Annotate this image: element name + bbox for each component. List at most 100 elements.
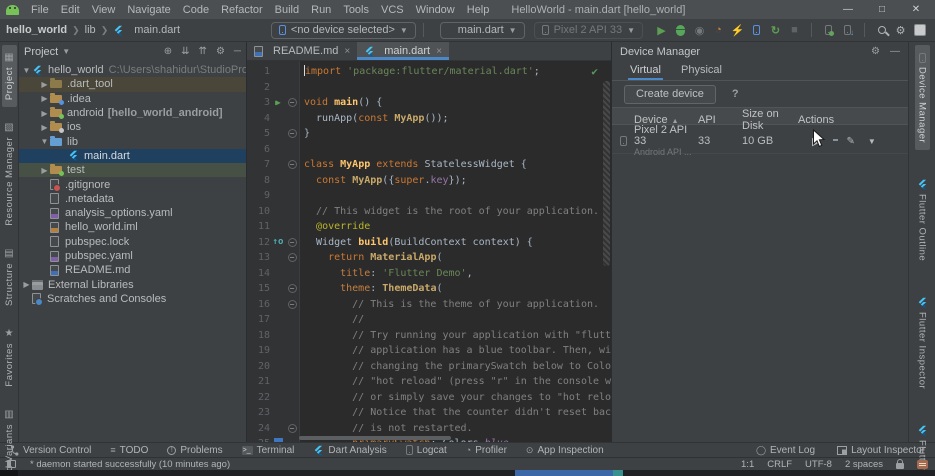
tool-strip-button-favorites[interactable]: ★ Favorites [2, 321, 17, 394]
tree-item-android[interactable]: ▶ android [hello_world_android] [19, 106, 246, 120]
tool-strip-button-device-manager[interactable]: Device Manager [914, 45, 930, 151]
tool-window-button-terminal[interactable]: >_ Terminal [241, 445, 294, 456]
run-gutter-icon[interactable]: ▶▶ [275, 98, 281, 107]
project-panel-title[interactable]: Project [24, 46, 58, 58]
stop-button[interactable]: ■ [785, 22, 804, 39]
tree-item-hello-world-iml[interactable]: hello_world.iml [19, 220, 246, 234]
chevron-right-icon[interactable]: ▶ [39, 166, 50, 175]
code-line[interactable]: import 'package:flutter/material.dart'; [304, 64, 611, 80]
profiler-button[interactable]: ◔ [709, 22, 728, 39]
tree-item-analysis-options-yaml[interactable]: analysis_options.yaml [19, 206, 246, 220]
tree-item-pubspec-yaml[interactable]: pubspec.yaml [19, 249, 246, 263]
tool-strip-button-resource-manager[interactable]: ▧ Resource Manager [2, 115, 17, 233]
code-line[interactable]: // Notice that the counter didn't reset … [304, 405, 611, 421]
target-device-dropdown[interactable]: Pixel 2 API 33 ▼ [533, 21, 643, 39]
tool-window-button-dart-analysis[interactable]: Dart Analysis [313, 445, 387, 456]
code-editor[interactable]: 1 2 3 ▶▶ −4 5−6 7−8 9 10 11 12 ↑o −13−14 15−16−17 18 19… [247, 61, 611, 442]
code-line[interactable]: // is not restarted. [304, 421, 611, 437]
code-line[interactable]: // "hot reload" (press "r" in the consol… [304, 374, 611, 390]
code-line[interactable]: // changing the primarySwatch below to C… [304, 359, 611, 375]
tool-window-button-todo[interactable]: ≡ TODO [110, 445, 148, 456]
tree-item-scratches-and-consoles[interactable]: Scratches and Consoles [19, 292, 246, 307]
menu-navigate[interactable]: Navigate [121, 4, 176, 16]
fold-icon[interactable]: − [287, 160, 297, 170]
tab-physical[interactable]: Physical [671, 61, 732, 80]
breadcrumb-item-lib[interactable]: lib [85, 24, 96, 36]
layout-toggle-button[interactable] [910, 22, 929, 39]
tree-item-main-dart[interactable]: main.dart [19, 148, 246, 164]
file-encoding[interactable]: UTF-8 [805, 459, 832, 470]
debug-button[interactable] [671, 22, 690, 39]
tool-window-button-version-control[interactable]: Version Control [10, 445, 91, 456]
tree-item-external-libraries[interactable]: ▶ External Libraries [19, 277, 246, 291]
create-device-button[interactable]: Create device [624, 84, 716, 104]
close-tab-icon[interactable]: × [436, 46, 442, 57]
hot-reload-button[interactable]: ⚡ [728, 22, 747, 39]
help-button[interactable]: ? [732, 88, 739, 100]
menu-edit[interactable]: Edit [55, 4, 86, 16]
tree-item--idea[interactable]: ▶ .idea [19, 92, 246, 106]
editor-tab-readme-md[interactable]: README.md × [247, 42, 357, 60]
code-line[interactable]: // application has a blue toolbar. Then,… [304, 343, 611, 359]
tree-item-test[interactable]: ▶ test [19, 163, 246, 178]
fold-icon[interactable]: − [287, 299, 297, 309]
attach-debugger-button[interactable] [747, 22, 766, 39]
menu-build[interactable]: Build [269, 4, 305, 16]
fold-icon[interactable]: − [287, 253, 297, 263]
code-text[interactable]: import 'package:flutter/material.dart'; v… [300, 61, 611, 442]
chevron-down-icon[interactable]: ▼ [21, 66, 32, 75]
minimize-button[interactable]: — [831, 4, 865, 15]
code-line[interactable]: // [304, 312, 611, 328]
tool-window-button-event-log[interactable]: ◯ Event Log [756, 445, 815, 456]
tool-strip-button-structure[interactable]: ▤ Structure [2, 241, 17, 313]
tree-item--metadata[interactable]: .metadata [19, 192, 246, 206]
gear-icon[interactable]: ⚙ [871, 46, 880, 57]
chevron-right-icon[interactable]: ▶ [39, 94, 50, 103]
chevron-right-icon[interactable]: ▶ [39, 123, 50, 132]
line-separator[interactable]: CRLF [767, 459, 792, 470]
locate-icon[interactable]: ⊕ [164, 46, 172, 57]
profile-button[interactable]: ◉ [690, 22, 709, 39]
fold-icon[interactable]: − [287, 237, 297, 247]
tool-window-toggle-icon[interactable] [7, 460, 16, 468]
tree-item-pubspec-lock[interactable]: pubspec.lock [19, 235, 246, 249]
chevron-down-icon[interactable]: ▼ [39, 137, 50, 146]
tool-strip-button-flutter-inspector[interactable]: Flutter Inspector [915, 290, 930, 396]
chevron-right-icon[interactable]: ▶ [21, 280, 32, 289]
tree-item-readme-md[interactable]: README.md [19, 263, 246, 277]
code-line[interactable]: // or simply save your changes to "hot r… [304, 390, 611, 406]
chevron-down-icon[interactable]: ▼ [62, 47, 70, 56]
fold-icon[interactable]: − [287, 129, 297, 139]
search-everywhere-button[interactable] [872, 22, 891, 39]
tool-strip-button-project[interactable]: ▦ Project [1, 45, 17, 108]
hide-icon[interactable]: ─ [234, 46, 241, 57]
maximize-button[interactable]: □ [865, 4, 899, 15]
avd-manager-button[interactable]: ↓ [838, 22, 857, 39]
inspection-ok-icon[interactable]: ✔ [591, 64, 598, 80]
color-swatch-icon[interactable] [273, 438, 283, 442]
indent-setting[interactable]: 2 spaces [845, 459, 883, 470]
menu-tools[interactable]: Tools [337, 4, 375, 16]
menu-code[interactable]: Code [177, 4, 215, 16]
hot-restart-button[interactable]: ↻ [766, 22, 785, 39]
fold-icon[interactable]: − [287, 423, 297, 433]
code-line[interactable]: @override [304, 219, 611, 235]
chevron-right-icon[interactable]: ▶ [39, 80, 50, 89]
code-line[interactable]: class MyApp extends StatelessWidget { [304, 157, 611, 173]
tree-item--dart-tool[interactable]: ▶ .dart_tool [19, 77, 246, 92]
override-gutter-icon[interactable]: ↑o [273, 237, 284, 247]
tool-window-button-app-inspection[interactable]: ⊙ App Inspection [526, 445, 604, 456]
menu-run[interactable]: Run [305, 4, 337, 16]
menu-window[interactable]: Window [410, 4, 461, 16]
menu-vcs[interactable]: VCS [375, 4, 410, 16]
settings-button[interactable]: ⚙ [891, 22, 910, 39]
menu-file[interactable]: File [25, 4, 55, 16]
vertical-scrollbar[interactable] [603, 81, 610, 266]
code-line[interactable]: Widget build(BuildContext context) { [304, 235, 611, 251]
collapse-all-icon[interactable]: ⇈ [199, 46, 207, 57]
tree-item--gitignore[interactable]: .gitignore [19, 177, 246, 192]
code-line[interactable]: // This is the theme of your application… [304, 297, 611, 313]
breadcrumb-item-hello-world[interactable]: hello_world [6, 24, 67, 36]
menu-view[interactable]: View [86, 4, 122, 16]
more-device-button[interactable]: ▼ [868, 135, 876, 147]
